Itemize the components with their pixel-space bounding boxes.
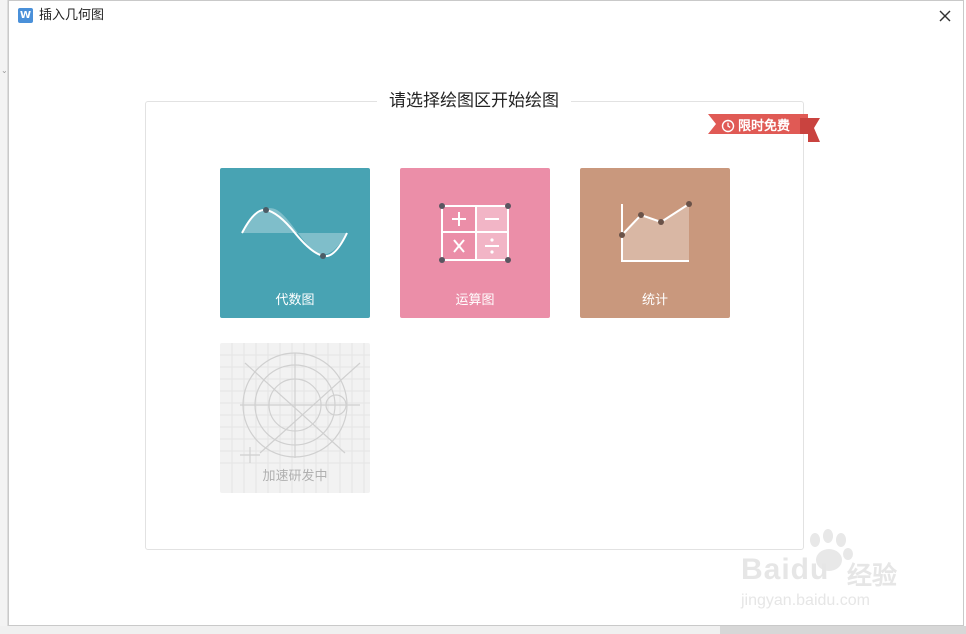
clock-icon [721, 119, 735, 133]
left-edge-strip: ⌄ [0, 0, 8, 634]
chevron-down-icon: ⌄ [1, 66, 8, 75]
close-icon[interactable] [935, 6, 955, 26]
tile-label: 统计 [641, 293, 668, 308]
bottom-edge-shadow [720, 626, 966, 634]
watermark-brand-suffix: 经验 [847, 561, 898, 590]
wps-app-icon: W [18, 8, 33, 23]
bottom-edge-strip [0, 626, 966, 634]
tile-algebra-graph[interactable]: 代数图 [220, 168, 370, 318]
watermark-url: jingyan.baidu.com [741, 592, 870, 609]
tile-coming-soon: 加速研发中 [220, 343, 370, 493]
tile-label: 运算图 [455, 293, 495, 308]
tile-label: 加速研发中 [262, 469, 328, 484]
tile-calculation-graph[interactable]: 运算图 [400, 168, 550, 318]
free-badge-label: 限时免费 [738, 119, 791, 134]
watermark-brand: Baidu [741, 553, 830, 586]
panel-title: 请选择绘图区开始绘图 [377, 90, 571, 112]
window-title: 插入几何图 [39, 8, 105, 23]
tile-statistics[interactable]: 统计 [580, 168, 730, 318]
title-bar: W 插入几何图 [9, 1, 963, 31]
tile-label: 代数图 [275, 293, 315, 308]
